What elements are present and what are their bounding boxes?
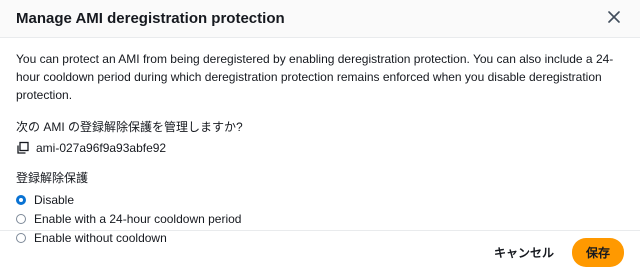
ami-id: ami-027a96f9a93abfe92 xyxy=(36,141,167,155)
ami-id-row: ami-027a96f9a93abfe92 xyxy=(16,141,624,155)
option-enable-cooldown-label: Enable with a 24-hour cooldown period xyxy=(34,212,242,226)
deregistration-protection-modal: Manage AMI deregistration protection You… xyxy=(0,0,640,267)
radio-enable-no-cooldown[interactable] xyxy=(16,233,26,243)
footer-divider xyxy=(0,230,640,231)
protection-group-label: 登録解除保護 xyxy=(16,171,89,185)
modal-footer: キャンセル 保存 xyxy=(484,238,624,267)
manage-question: 次の AMI の登録解除保護を管理しますか? xyxy=(16,120,243,134)
radio-enable-cooldown[interactable] xyxy=(16,214,26,224)
close-button[interactable] xyxy=(604,9,624,29)
option-enable-no-cooldown-label: Enable without cooldown xyxy=(34,231,167,245)
copy-icon[interactable] xyxy=(16,141,30,155)
cancel-button[interactable]: キャンセル xyxy=(484,238,564,267)
option-enable-cooldown[interactable]: Enable with a 24-hour cooldown period xyxy=(16,212,624,226)
save-button[interactable]: 保存 xyxy=(571,238,624,267)
close-icon xyxy=(608,10,620,28)
modal-header: Manage AMI deregistration protection xyxy=(0,0,640,38)
modal-body: You can protect an AMI from being deregi… xyxy=(0,38,640,245)
modal-title: Manage AMI deregistration protection xyxy=(16,10,285,27)
option-disable[interactable]: Disable xyxy=(16,193,624,207)
modal-description: You can protect an AMI from being deregi… xyxy=(16,52,614,102)
option-disable-label: Disable xyxy=(34,193,75,207)
radio-disable[interactable] xyxy=(16,195,26,205)
